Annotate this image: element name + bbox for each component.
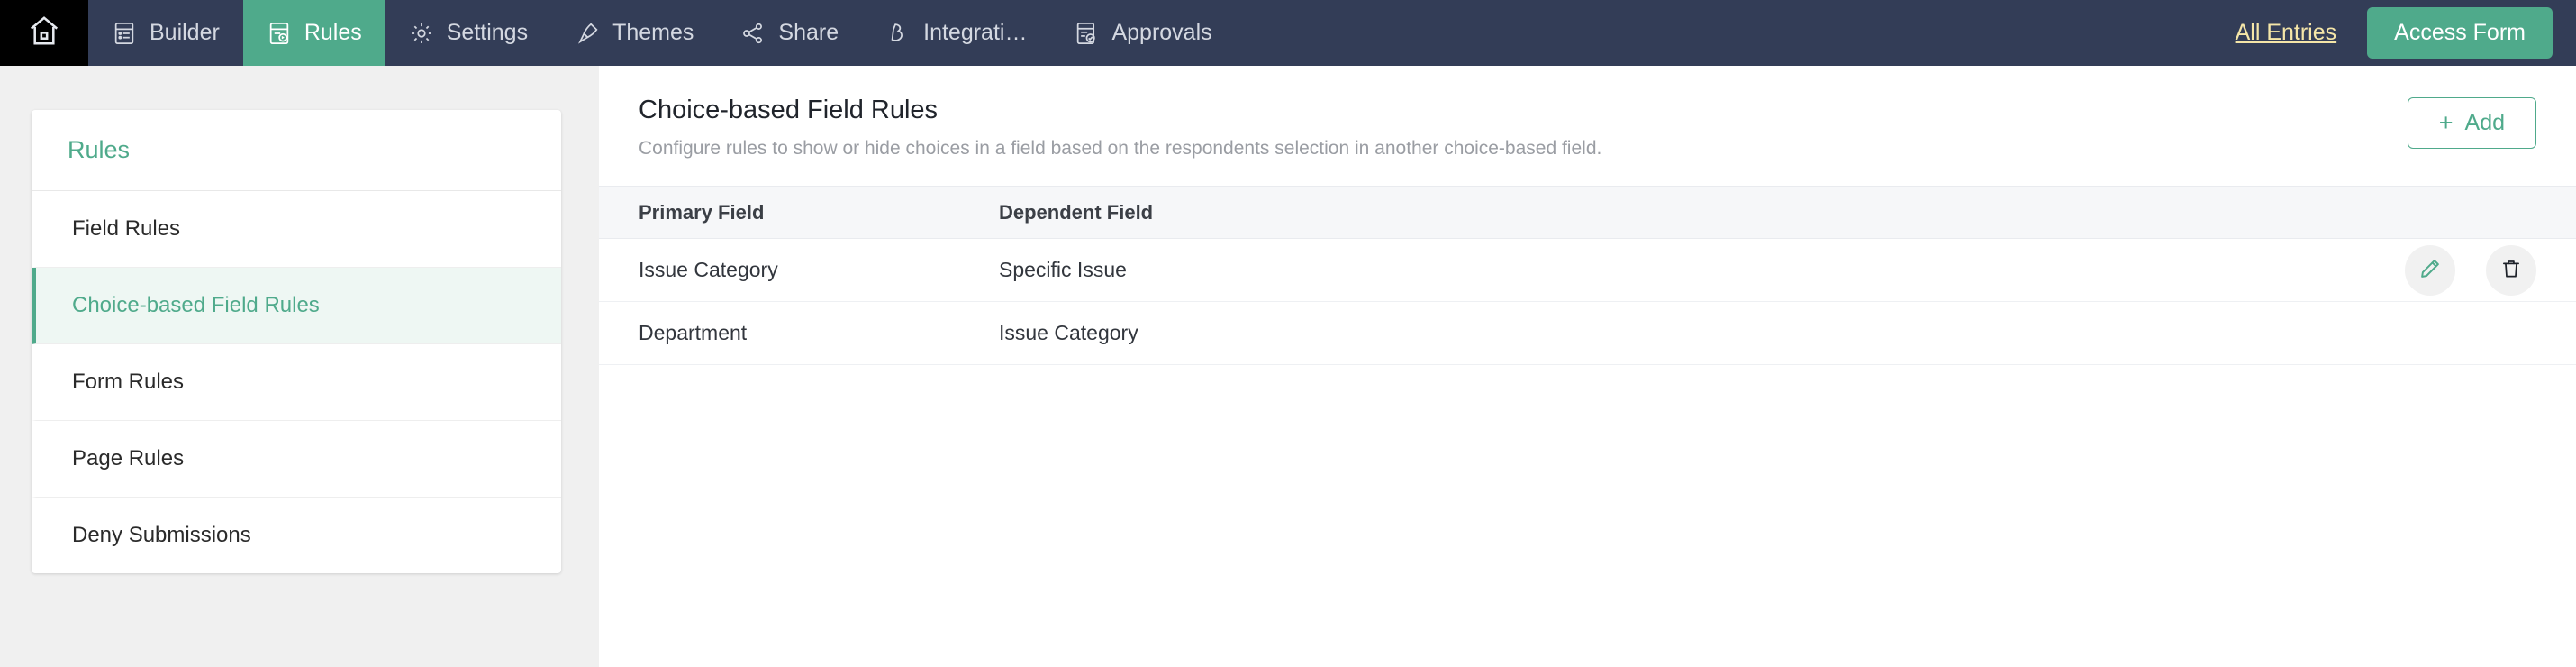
gear-icon <box>409 21 434 46</box>
delete-rule-button[interactable] <box>2486 245 2536 296</box>
main-content-panel: Choice-based Field Rules Configure rules… <box>599 66 2576 667</box>
tab-rules-label: Rules <box>304 20 362 46</box>
column-header-dependent-field: Dependent Field <box>999 201 2266 224</box>
all-entries-link[interactable]: All Entries <box>2236 20 2337 46</box>
home-button[interactable] <box>0 0 88 66</box>
sidebar-item-choice-based-field-rules[interactable]: Choice-based Field Rules <box>32 268 561 344</box>
edit-icon <box>2418 257 2442 283</box>
tab-integrations-label: Integrati… <box>923 20 1027 46</box>
delete-icon <box>2499 257 2523 283</box>
table-header-row: Primary Field Dependent Field <box>599 186 2576 239</box>
sidebar-item-form-rules[interactable]: Form Rules <box>32 344 561 421</box>
sidebar-item-field-rules[interactable]: Field Rules <box>32 191 561 268</box>
tab-approvals-label: Approvals <box>1111 20 1211 46</box>
rules-icon <box>267 21 292 46</box>
share-icon <box>740 21 766 46</box>
brush-icon <box>575 21 600 46</box>
topbar-actions: All Entries Access Form <box>2236 0 2576 66</box>
tab-rules[interactable]: Rules <box>243 0 385 66</box>
cell-dependent-field: Specific Issue <box>999 258 2266 282</box>
edit-rule-button[interactable] <box>2405 245 2455 296</box>
rules-table: Primary Field Dependent Field Issue Cate… <box>599 186 2576 365</box>
top-navigation-bar: Builder Rules Settings <box>0 0 2576 66</box>
page-subtitle: Configure rules to show or hide choices … <box>639 138 2408 160</box>
tab-settings-label: Settings <box>447 20 528 46</box>
tab-integrations[interactable]: Integrati… <box>862 0 1050 66</box>
row-actions <box>2266 245 2536 296</box>
rules-sidebar: Rules Field Rules Choice-based Field Rul… <box>32 110 561 573</box>
page-title: Choice-based Field Rules <box>639 96 2408 125</box>
tab-builder-label: Builder <box>150 20 220 46</box>
tab-share[interactable]: Share <box>717 0 862 66</box>
nav-tab-list: Builder Rules Settings <box>88 0 1236 66</box>
content-header: Choice-based Field Rules Configure rules… <box>599 66 2576 160</box>
integrations-icon <box>885 21 911 46</box>
plus-icon: + <box>2439 111 2454 135</box>
tab-approvals[interactable]: Approvals <box>1050 0 1235 66</box>
content-header-text: Choice-based Field Rules Configure rules… <box>639 96 2408 160</box>
cell-primary-field: Issue Category <box>639 258 999 282</box>
table-row[interactable]: Issue Category Specific Issue <box>599 239 2576 302</box>
tab-themes[interactable]: Themes <box>551 0 717 66</box>
column-header-primary-field: Primary Field <box>639 201 999 224</box>
add-rule-button[interactable]: + Add <box>2408 97 2536 149</box>
tab-themes-label: Themes <box>612 20 694 46</box>
sidebar-item-page-rules[interactable]: Page Rules <box>32 421 561 498</box>
tab-settings[interactable]: Settings <box>385 0 551 66</box>
home-icon <box>27 14 61 52</box>
access-form-button[interactable]: Access Form <box>2367 7 2553 59</box>
approvals-icon <box>1074 21 1099 46</box>
cell-primary-field: Department <box>639 321 999 345</box>
add-rule-button-label: Add <box>2465 110 2505 136</box>
builder-icon <box>112 21 137 46</box>
tab-share-label: Share <box>778 20 839 46</box>
sidebar-item-deny-submissions[interactable]: Deny Submissions <box>32 498 561 573</box>
sidebar-title: Rules <box>32 110 561 191</box>
topbar-spacer <box>1236 0 2236 66</box>
tab-builder[interactable]: Builder <box>88 0 243 66</box>
cell-dependent-field: Issue Category <box>999 321 2266 345</box>
table-row[interactable]: Department Issue Category <box>599 302 2576 365</box>
